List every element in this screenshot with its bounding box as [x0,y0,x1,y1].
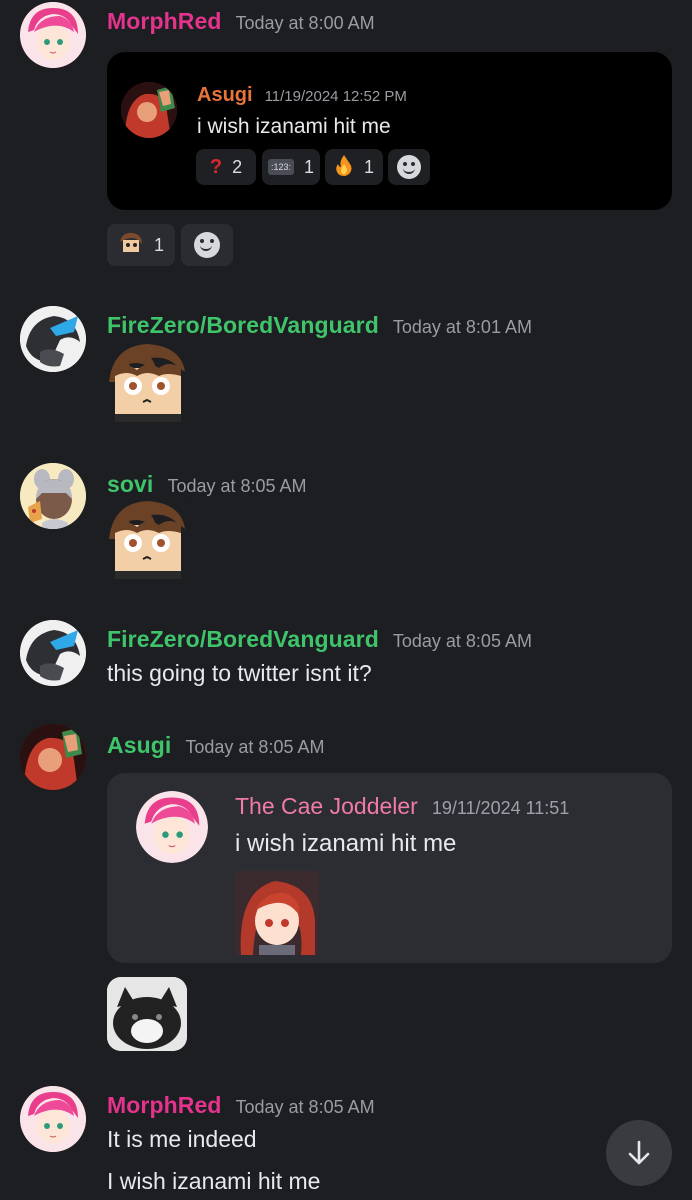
avatar[interactable] [20,306,86,372]
reaction-count: 1 [363,156,374,177]
forward-author-name[interactable]: The Cae Joddeler [235,793,418,820]
timestamp: Today at 8:05 AM [167,476,307,496]
add-reaction-button[interactable] [181,224,233,266]
custom-emoji-face-icon [107,342,187,422]
reaction-question[interactable]: ? 2 [196,149,256,185]
message-text: this going to twitter isnt it? [107,660,372,686]
sticker-image[interactable] [107,977,187,1051]
timestamp: Today at 8:05 AM [392,631,532,651]
author-name[interactable]: Asugi [107,732,171,759]
author-name[interactable]: FireZero/BoredVanguard [107,626,379,653]
avatar[interactable] [20,1086,86,1152]
avatar[interactable] [20,724,86,790]
message-firezero-2[interactable]: FireZero/BoredVanguard Today at 8:05 AM … [0,614,692,694]
message-firezero-1[interactable]: FireZero/BoredVanguard Today at 8:01 AM [0,300,692,430]
author-name[interactable]: FireZero/BoredVanguard [107,312,379,339]
reaction-count: 1 [304,156,315,177]
forward-author-name[interactable]: Asugi [197,84,253,107]
forward-timestamp: 19/11/2024 11:51 [431,798,570,818]
reaction-count: 2 [232,156,243,177]
attached-image[interactable] [235,871,319,955]
custom-emoji-face-icon [107,499,187,579]
avatar [136,791,208,863]
avatar[interactable] [20,463,86,529]
question-mark-icon: ? [209,155,223,178]
message-asugi[interactable]: Asugi Today at 8:05 AM The Cae Joddeler … [0,718,692,1058]
timestamp: Today at 8:01 AM [392,317,532,337]
numbers-icon: :123: [267,159,294,175]
reaction-numbers[interactable]: :123: 1 [262,149,320,185]
avatar [121,82,177,138]
forward-timestamp: 11/19/2024 12:52 PM [264,88,407,105]
smiley-add-icon [194,232,220,258]
avatar[interactable] [20,620,86,686]
message-text: It is me indeed [107,1126,257,1152]
arrow-down-icon [628,1140,650,1165]
forwarded-message-card[interactable]: The Cae Joddeler 19/11/2024 11:51 i wish… [107,773,672,963]
fire-icon [334,154,354,181]
author-name[interactable]: sovi [107,471,153,498]
reaction-fire[interactable]: 1 [325,149,383,185]
forward-text: i wish izanami hit me [197,115,391,138]
forwarded-message-card[interactable]: Asugi 11/19/2024 12:52 PM i wish izanami… [107,52,672,210]
jump-to-present-button[interactable] [606,1120,672,1186]
message-morphred-1[interactable]: MorphRed Today at 8:00 AM Asugi 11/19/20… [0,0,692,270]
add-reaction-button[interactable] [388,149,430,185]
author-name[interactable]: MorphRed [107,1092,222,1119]
forward-text: i wish izanami hit me [235,830,457,857]
smiley-add-icon [397,155,421,179]
avatar[interactable] [20,2,86,68]
reaction-count: 1 [153,234,164,255]
timestamp: Today at 8:05 AM [235,1097,375,1117]
message-text: I wish izanami hit me [107,1168,321,1194]
reaction-custom-emoji[interactable]: 1 [107,224,175,266]
author-name[interactable]: MorphRed [107,8,222,35]
message-morphred-2[interactable]: MorphRed Today at 8:05 AM It is me indee… [0,1084,692,1200]
message-sovi[interactable]: sovi Today at 8:05 AM [0,457,692,587]
custom-emoji-face-icon [117,231,144,259]
timestamp: Today at 8:05 AM [185,737,325,757]
timestamp: Today at 8:00 AM [235,13,375,33]
